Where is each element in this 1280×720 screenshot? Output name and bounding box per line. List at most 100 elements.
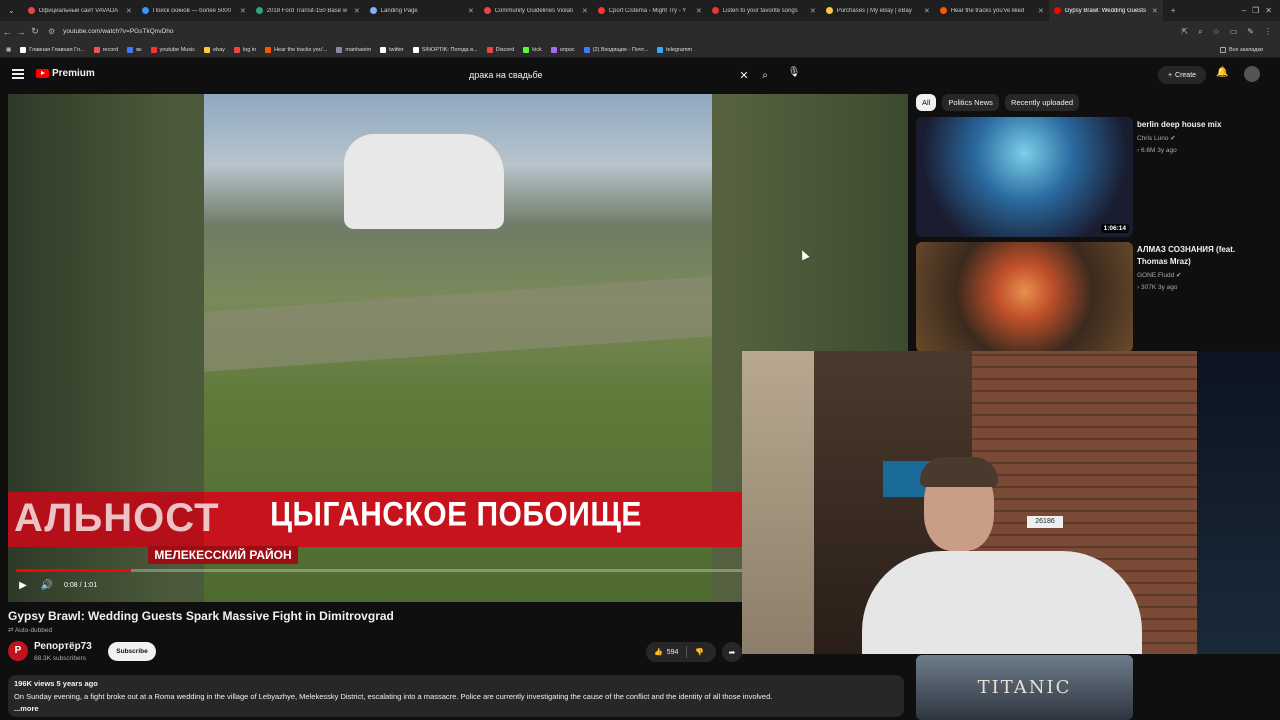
tab-close-icon[interactable]: ✕: [924, 7, 930, 15]
browser-tab[interactable]: Hear the tracks you've liked ✕: [935, 0, 1049, 21]
avatar[interactable]: [1244, 66, 1260, 82]
bookmark-item[interactable]: record: [93, 46, 118, 53]
bookmark-item[interactable]: ebay: [203, 46, 225, 53]
menu-icon[interactable]: [12, 69, 24, 79]
create-button[interactable]: + Create: [1158, 66, 1206, 84]
search-input[interactable]: драка на свадьбе: [459, 70, 734, 80]
browser-tab[interactable]: Purchases | My eBay | eBay ✕: [821, 0, 935, 21]
volume-icon[interactable]: 🔊: [40, 578, 54, 592]
recommendation-meta: › 6.6M 3y ago: [1137, 145, 1177, 157]
browser-tab[interactable]: Community Guidelines Violati ✕: [479, 0, 593, 21]
like-button[interactable]: 👍 594: [646, 648, 686, 657]
tab-close-icon[interactable]: ✕: [696, 7, 702, 15]
subscribe-button[interactable]: Subscribe: [108, 642, 156, 661]
recommendation-thumbnail[interactable]: 1:06:14: [916, 117, 1133, 237]
dislike-button[interactable]: 👎: [687, 648, 712, 656]
recommendation-thumbnail[interactable]: TITANIC: [916, 655, 1133, 720]
chevron-down-icon[interactable]: ⌄: [8, 6, 15, 15]
apps-icon[interactable]: ▦: [6, 47, 11, 53]
plus-icon[interactable]: +: [1171, 6, 1176, 15]
filter-chip[interactable]: All: [916, 94, 937, 111]
webcam-person: [862, 457, 1142, 654]
bookmark-label: manhaeim: [345, 46, 372, 53]
recommendation-item[interactable]: АЛМАЗ СОЗНАНИЯ (feat. Thomas Mraz) GONE.…: [916, 242, 1276, 362]
like-dislike-group: 👍 594 👎: [646, 642, 716, 662]
tab-close-icon[interactable]: ✕: [810, 7, 816, 15]
bookmark-star-icon[interactable]: ☆: [1213, 27, 1220, 37]
bookmark-item[interactable]: log in: [233, 46, 256, 53]
maximize-icon[interactable]: ❐: [1252, 6, 1259, 15]
recommendation-thumbnail[interactable]: [916, 242, 1133, 352]
search-icon[interactable]: ⌕: [754, 65, 776, 85]
tab-favicon-icon: [255, 7, 263, 14]
tab-favicon-icon: [369, 7, 377, 14]
verified-icon: ✔: [1176, 272, 1182, 279]
forward-icon[interactable]: →: [14, 27, 28, 37]
bookmark-item[interactable]: kick: [523, 46, 542, 53]
channel-avatar[interactable]: P: [8, 641, 28, 661]
bookmark-label: опрос: [559, 46, 575, 53]
bookmark-list: Главная Главная Гл... record вк youtube Mus…: [20, 46, 701, 53]
clear-search-icon[interactable]: ✕: [734, 69, 754, 82]
bookmark-item[interactable]: Главная Главная Гл...: [20, 46, 85, 53]
description-box[interactable]: 196K views 5 years ago On Sunday evening…: [8, 675, 904, 717]
bookmark-item[interactable]: youtube Music: [150, 46, 195, 53]
url-field[interactable]: ⚙ youtube.com/watch?v=PGsTkQnvDho: [48, 24, 1138, 39]
tab-label: 2018 Ford Transit-150 Base w: [266, 7, 348, 14]
browser-tab[interactable]: Gypsy Brawl: Wedding Guests ✕: [1048, 0, 1163, 21]
bookmark-item[interactable]: вк: [127, 46, 142, 53]
subscriber-count: 88.3K subscribers: [34, 655, 87, 662]
browser-tab[interactable]: Landing Page ✕: [365, 0, 479, 21]
new-tab-button[interactable]: +: [1163, 6, 1184, 15]
tab-close-icon[interactable]: ✕: [126, 7, 132, 15]
tab-close-icon[interactable]: ✕: [1152, 7, 1158, 15]
tab-close-icon[interactable]: ✕: [1038, 7, 1044, 15]
bookmark-item[interactable]: telegramm: [657, 46, 693, 53]
profile-icon[interactable]: ✎: [1247, 27, 1254, 37]
tab-close-icon[interactable]: ✕: [582, 7, 588, 15]
site-info-icon[interactable]: ⚙: [48, 27, 55, 36]
filter-chip[interactable]: Politics News: [942, 94, 999, 111]
thumbs-down-icon: 👎: [695, 649, 705, 656]
zoom-icon[interactable]: ⌕: [1198, 27, 1202, 37]
open-in-app-icon[interactable]: ⇱: [1181, 27, 1188, 37]
progress-fill: [16, 569, 131, 572]
recommendation-item[interactable]: 1:06:14 berlin deep house mix Chris Luno…: [916, 117, 1276, 237]
extensions-icon[interactable]: ▭: [1230, 27, 1238, 37]
recommendation-title[interactable]: АЛМАЗ СОЗНАНИЯ (feat. Thomas Mraz): [1137, 244, 1257, 268]
create-label: Create: [1175, 71, 1197, 79]
play-icon[interactable]: ▶: [16, 578, 30, 592]
browser-tab[interactable]: 2018 Ford Transit-150 Base w ✕: [251, 0, 365, 21]
notifications-icon[interactable]: 🔔: [1216, 67, 1228, 78]
bookmark-item[interactable]: Hear the tracks you'...: [265, 46, 327, 53]
tab-menu[interactable]: ⌄: [0, 6, 23, 15]
bookmark-item[interactable]: manhaeim: [336, 46, 372, 53]
all-bookmarks[interactable]: Все закладки: [1219, 46, 1271, 53]
bookmark-item[interactable]: (2) Входящие - Почт...: [583, 46, 648, 53]
bookmark-item[interactable]: Discord: [486, 46, 514, 53]
bookmark-item[interactable]: SINOPTIK: Погода в...: [412, 46, 478, 53]
youtube-logo[interactable]: Premium: [36, 68, 95, 79]
channel-name[interactable]: Репортёр73: [34, 641, 92, 652]
bookmark-item[interactable]: опрос: [550, 46, 575, 53]
tab-close-icon[interactable]: ✕: [354, 7, 360, 15]
back-icon[interactable]: ←: [0, 27, 14, 37]
close-window-icon[interactable]: ✕: [1265, 6, 1272, 15]
tab-close-icon[interactable]: ✕: [468, 7, 474, 15]
reload-icon[interactable]: ↻: [28, 26, 42, 37]
bookmark-label: telegramm: [666, 46, 693, 53]
microphone-icon[interactable]: 🎙: [786, 67, 802, 83]
bookmark-item[interactable]: twitter: [380, 46, 404, 53]
tab-close-icon[interactable]: ✕: [240, 7, 246, 15]
recommendation-title[interactable]: berlin deep house mix: [1137, 119, 1257, 131]
browser-tab[interactable]: Официальный сайт VAVADA ✕: [23, 0, 137, 21]
filter-chip[interactable]: Recently uploaded: [1004, 94, 1080, 111]
share-button[interactable]: ➦: [722, 642, 742, 662]
browser-tab[interactable]: Cport Cistema - Might Try - Y ✕: [593, 0, 707, 21]
tab-label: Hear the tracks you've liked: [950, 7, 1025, 14]
browser-menu-icon[interactable]: ⋮: [1264, 27, 1272, 37]
browser-tab[interactable]: Listen to your favorite songs ✕: [707, 0, 821, 21]
show-more-link[interactable]: ...more: [14, 703, 898, 716]
browser-tab[interactable]: Поиск скинов — более 5000 ✕: [137, 0, 251, 21]
minimize-icon[interactable]: –: [1242, 6, 1246, 15]
